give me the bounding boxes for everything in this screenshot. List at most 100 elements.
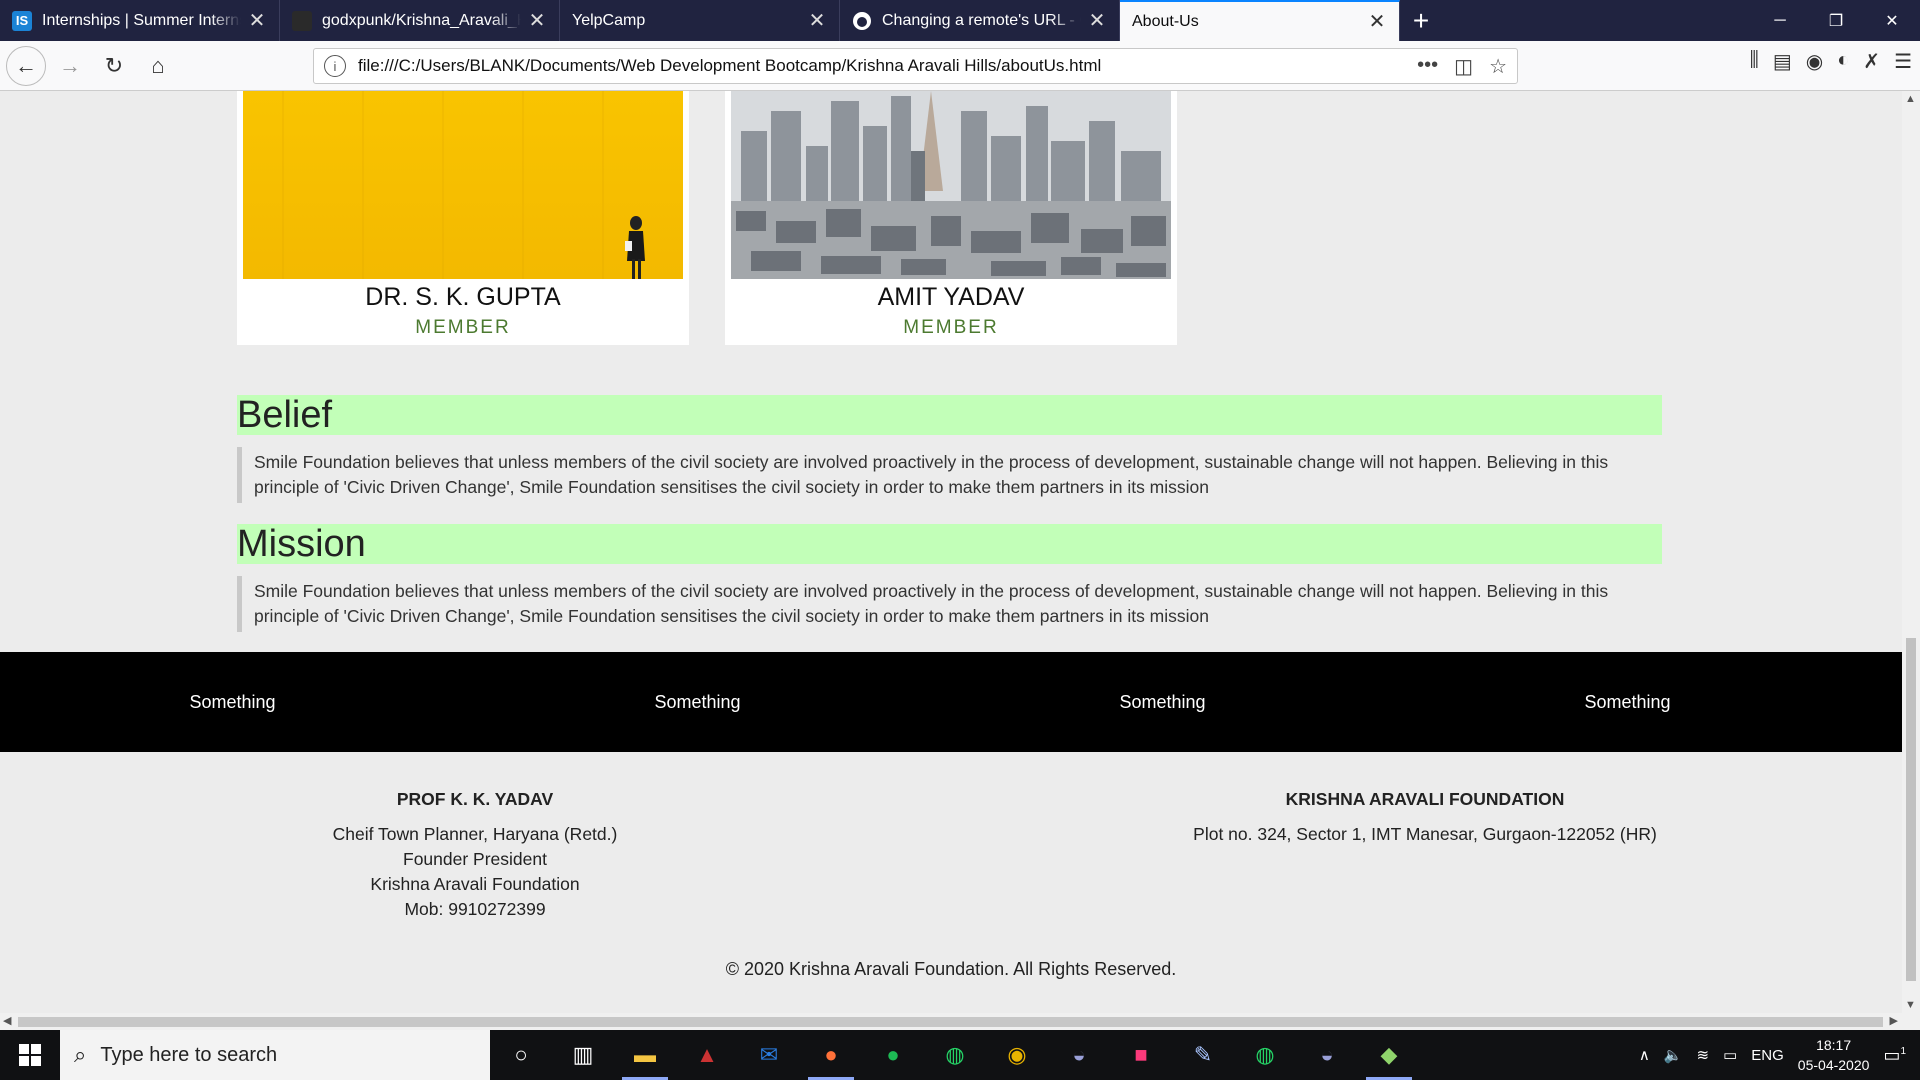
windows-taskbar: ⌕ Type here to search ○ ▥ ▬ ▲ ✉ ● ● ◍ ◉ …	[0, 1030, 1920, 1080]
scroll-up-icon[interactable]: ▲	[1905, 93, 1916, 105]
vertical-scrollbar[interactable]: ▲ ▼	[1902, 91, 1920, 1013]
new-tab-icon[interactable]: +	[1400, 0, 1442, 41]
horizontal-scrollbar[interactable]: ◀ ▶	[0, 1013, 1920, 1030]
sidebar-icon[interactable]: ▤	[1773, 49, 1792, 74]
tab-yelpcamp[interactable]: YelpCamp ✕	[560, 0, 840, 41]
foundation-address: Plot no. 324, Sector 1, IMT Manesar, Gur…	[1193, 824, 1657, 844]
eclipse-icon[interactable]: ◒	[1296, 1030, 1358, 1080]
predator-icon[interactable]: ▲	[676, 1030, 738, 1080]
notification-icon[interactable]: ▭1	[1883, 1045, 1906, 1066]
forward-icon[interactable]: →	[50, 46, 90, 86]
eclipse-icon[interactable]: ◒	[1048, 1030, 1110, 1080]
bookmark-star-icon[interactable]: ☆	[1489, 54, 1507, 79]
founder-org: Krishna Aravali Foundation	[370, 874, 580, 894]
spotify-icon[interactable]: ●	[862, 1030, 924, 1080]
founder-name: PROF K. K. YADAV	[396, 789, 554, 809]
language-indicator[interactable]: ENG	[1751, 1047, 1784, 1064]
mission-text: Smile Foundation believes that unless me…	[237, 576, 1662, 632]
library-icon[interactable]: ⫼	[1750, 49, 1759, 74]
address-bar[interactable]: i file:///C:/Users/BLANK/Documents/Web D…	[313, 48, 1518, 84]
close-window-icon[interactable]: ✕	[1864, 0, 1920, 41]
copyright: © 2020 Krishna Aravali Foundation. All R…	[725, 959, 1177, 979]
tab-about-us[interactable]: About-Us ✕	[1120, 0, 1400, 41]
tab-github-repo[interactable]: godxpunk/Krishna_Aravali_Hills ✕	[280, 0, 560, 41]
foundation-contact: KRISHNA ARAVALI FOUNDATION Plot no. 324,…	[1160, 787, 1690, 847]
notification-count: 1	[1900, 1045, 1906, 1057]
intellij-icon[interactable]: ■	[1110, 1030, 1172, 1080]
info-icon[interactable]: i	[324, 55, 346, 77]
footer-link[interactable]: Something	[465, 692, 930, 713]
navigation-bar: ← → ↻ ⌂ i file:///C:/Users/BLANK/Documen…	[0, 41, 1920, 91]
extension-icon[interactable]: ◐	[1837, 49, 1849, 74]
page-content: DR. S. K. GUPTA MEMBER AMIT YADAV MEMBER…	[0, 91, 1902, 1013]
founder-contact: PROF K. K. YADAV Cheif Town Planner, Har…	[275, 787, 675, 922]
wifi-icon[interactable]: ≋	[1697, 1046, 1710, 1064]
scroll-thumb[interactable]	[18, 1017, 1883, 1027]
whatsapp-icon[interactable]: ◍	[1234, 1030, 1296, 1080]
clock[interactable]: 18:17 05-04-2020	[1798, 1035, 1870, 1075]
belief-heading: Belief	[237, 395, 1662, 435]
search-icon: ⌕	[74, 1042, 87, 1067]
internshala-icon: IS	[12, 10, 32, 31]
paint-icon[interactable]: ✎	[1172, 1030, 1234, 1080]
footer-link[interactable]: Something	[930, 692, 1395, 713]
member-role: MEMBER	[903, 317, 999, 338]
system-tray: ∧ 🔈 ≋ ▭ ENG 18:17 05-04-2020 ▭1	[1639, 1035, 1920, 1075]
battery-icon[interactable]: ▭	[1723, 1046, 1737, 1064]
footer-link[interactable]: Something	[1395, 692, 1860, 713]
scroll-thumb[interactable]	[1906, 638, 1916, 981]
scroll-down-icon[interactable]: ▼	[1905, 999, 1916, 1011]
chevron-up-icon[interactable]: ∧	[1639, 1046, 1650, 1064]
member-photo	[243, 91, 683, 279]
account-icon[interactable]: ◉	[1806, 49, 1823, 74]
restore-icon[interactable]: ❐	[1808, 0, 1864, 41]
github-icon	[852, 11, 872, 31]
close-tab-icon[interactable]: ✕	[807, 8, 827, 33]
founder-mobile: Mob: 9910272399	[404, 899, 546, 919]
foundation-name: KRISHNA ARAVALI FOUNDATION	[1285, 789, 1565, 809]
close-tab-icon[interactable]: ✕	[527, 8, 547, 33]
date: 05-04-2020	[1797, 1057, 1870, 1073]
firefox-icon[interactable]: ●	[800, 1030, 862, 1080]
tab-title: godxpunk/Krishna_Aravali_Hills	[322, 11, 521, 29]
tab-title: Internships | Summer Internships	[42, 11, 241, 29]
taskbar-search[interactable]: ⌕ Type here to search	[60, 1030, 490, 1080]
volume-icon[interactable]: 🔈	[1664, 1046, 1683, 1064]
scroll-left-icon[interactable]: ◀	[3, 1014, 11, 1027]
chrome-icon[interactable]: ◉	[986, 1030, 1048, 1080]
mail-icon[interactable]: ✉	[738, 1030, 800, 1080]
start-button[interactable]	[0, 1030, 60, 1080]
footer-link[interactable]: Something	[0, 692, 465, 713]
close-tab-icon[interactable]: ✕	[1087, 8, 1107, 33]
menu-icon[interactable]: ☰	[1894, 49, 1912, 74]
minimize-icon[interactable]: ─	[1752, 0, 1808, 41]
scroll-right-icon[interactable]: ▶	[1890, 1014, 1898, 1027]
tab-title: YelpCamp	[572, 11, 646, 29]
file-explorer-icon[interactable]: ▬	[614, 1030, 676, 1080]
member-name: DR. S. K. GUPTA	[365, 283, 561, 311]
tab-bar: IS Internships | Summer Internships ✕ go…	[0, 0, 1920, 41]
extension-x-icon[interactable]: ✗	[1863, 49, 1880, 74]
tab-github-docs[interactable]: Changing a remote's URL - GitHub ✕	[840, 0, 1120, 41]
url-text[interactable]: file:///C:/Users/BLANK/Documents/Web Dev…	[358, 56, 1101, 76]
member-role: MEMBER	[415, 317, 511, 338]
pocket-icon[interactable]: ◫	[1454, 54, 1473, 79]
task-view-icon[interactable]: ▥	[552, 1030, 614, 1080]
member-photo	[731, 91, 1171, 279]
home-icon[interactable]: ⌂	[138, 46, 178, 86]
git-icon[interactable]: ◆	[1358, 1030, 1420, 1080]
search-placeholder: Type here to search	[100, 1043, 278, 1066]
page-actions-icon[interactable]: •••	[1417, 54, 1438, 79]
reload-icon[interactable]: ↻	[94, 46, 134, 86]
close-tab-icon[interactable]: ✕	[247, 8, 267, 33]
footer-links-bar: Something Something Something Something	[0, 652, 1902, 752]
cortana-icon[interactable]: ○	[490, 1030, 552, 1080]
back-icon[interactable]: ←	[6, 45, 46, 86]
close-tab-icon[interactable]: ✕	[1367, 9, 1387, 34]
tab-title: About-Us	[1132, 12, 1199, 30]
member-card: DR. S. K. GUPTA MEMBER	[237, 91, 689, 345]
tab-internships[interactable]: IS Internships | Summer Internships ✕	[0, 0, 280, 41]
founder-title: Cheif Town Planner, Haryana (Retd.)	[332, 824, 618, 844]
whatsapp-icon[interactable]: ◍	[924, 1030, 986, 1080]
github-icon	[292, 10, 312, 31]
